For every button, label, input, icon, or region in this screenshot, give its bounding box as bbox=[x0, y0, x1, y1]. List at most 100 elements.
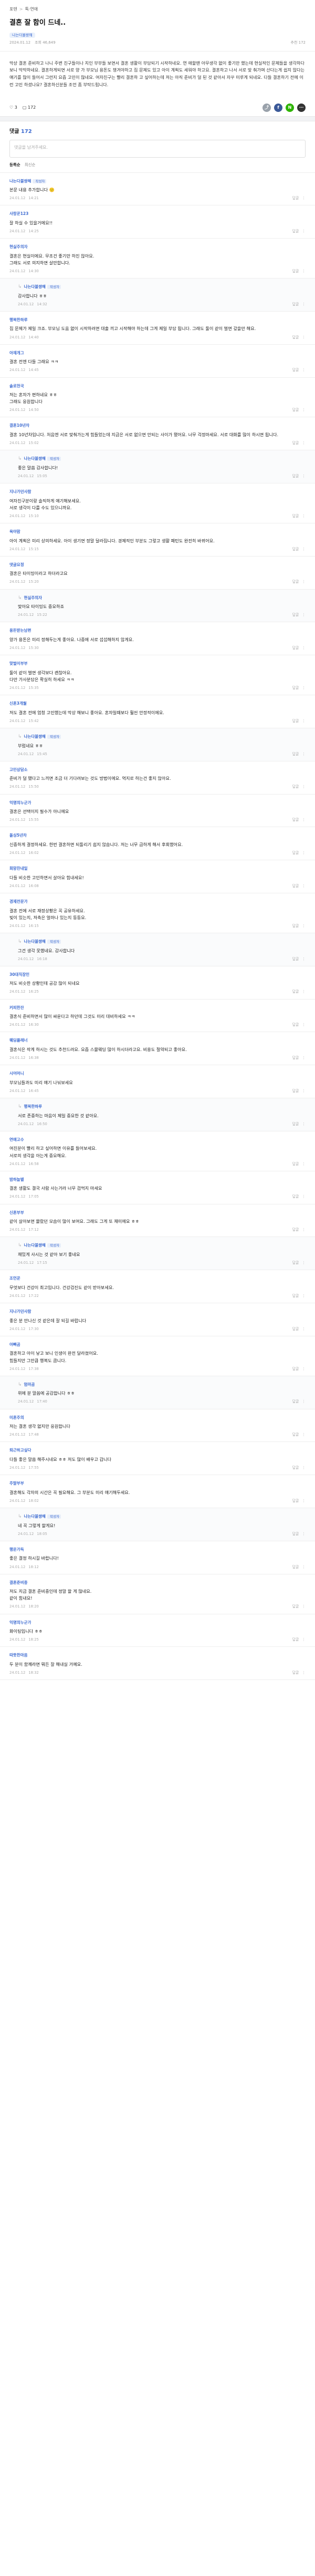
comment-author[interactable]: 따뜻한마음 bbox=[9, 1653, 28, 1657]
reply-button[interactable]: 답글 bbox=[292, 1399, 299, 1404]
reply-button[interactable]: 답글 bbox=[292, 1022, 299, 1027]
comment-author[interactable]: 용돈받는남편 bbox=[9, 628, 31, 633]
facebook-icon[interactable]: f bbox=[274, 104, 282, 112]
comment-more-icon[interactable]: ⋮ bbox=[302, 1194, 306, 1199]
comment-author[interactable]: 사랑꾼123 bbox=[9, 211, 28, 216]
comment-more-icon[interactable]: ⋮ bbox=[302, 612, 306, 617]
comment-more-icon[interactable]: ⋮ bbox=[302, 1604, 306, 1609]
reply-button[interactable]: 답글 bbox=[292, 685, 299, 691]
comment-author[interactable]: 결혼10년차 bbox=[9, 423, 29, 428]
comment-author[interactable]: 신혼3개월 bbox=[9, 701, 27, 706]
reply-button[interactable]: 답글 bbox=[292, 1366, 299, 1372]
reply-button[interactable]: 답글 bbox=[292, 1088, 299, 1094]
reply-button[interactable]: 답글 bbox=[292, 1260, 299, 1265]
comment-more-icon[interactable]: ⋮ bbox=[302, 751, 306, 757]
reply-button[interactable]: 답글 bbox=[292, 1465, 299, 1470]
comment-author[interactable]: 아빠곰 bbox=[9, 1342, 20, 1347]
reply-button[interactable]: 답글 bbox=[292, 850, 299, 856]
comment-author[interactable]: 신혼부부 bbox=[9, 1210, 24, 1215]
comment-more-icon[interactable]: ⋮ bbox=[302, 923, 306, 929]
comment-author[interactable]: 연애고수 bbox=[9, 1137, 24, 1142]
comment-author[interactable]: 아재개그 bbox=[9, 351, 24, 355]
reply-button[interactable]: 답글 bbox=[292, 473, 299, 479]
reply-button[interactable]: 답글 bbox=[292, 784, 299, 789]
comment-more-icon[interactable]: ⋮ bbox=[302, 784, 306, 789]
more-icon[interactable]: ⋯ bbox=[297, 104, 306, 112]
like-button[interactable]: ♡ 3 bbox=[9, 105, 17, 111]
comment-author[interactable]: 나는다불쌍해 bbox=[24, 456, 61, 461]
comment-author[interactable]: 현실주의자 bbox=[24, 595, 43, 600]
comment-author[interactable]: 미혼주의 bbox=[9, 1415, 24, 1420]
comment-author[interactable]: 웨딩플래너 bbox=[9, 1038, 28, 1043]
comment-more-icon[interactable]: ⋮ bbox=[302, 1366, 306, 1372]
comment-author[interactable]: 경제전문가 bbox=[9, 899, 28, 904]
comment-author[interactable]: 육아맘 bbox=[9, 529, 20, 534]
reply-button[interactable]: 답글 bbox=[292, 989, 299, 994]
comment-more-icon[interactable]: ⋮ bbox=[302, 229, 306, 234]
reply-button[interactable]: 답글 bbox=[292, 229, 299, 234]
reply-button[interactable]: 답글 bbox=[292, 407, 299, 413]
comment-more-icon[interactable]: ⋮ bbox=[302, 850, 306, 856]
reply-button[interactable]: 답글 bbox=[292, 718, 299, 724]
comment-author[interactable]: 현실주의자 bbox=[9, 244, 28, 249]
reply-button[interactable]: 답글 bbox=[292, 513, 299, 519]
comment-more-icon[interactable]: ⋮ bbox=[302, 1227, 306, 1232]
comment-more-icon[interactable]: ⋮ bbox=[302, 645, 306, 651]
comment-button[interactable]: ▢ 172 bbox=[23, 105, 36, 111]
comment-author[interactable]: 행운가득 bbox=[9, 1547, 24, 1552]
comment-more-icon[interactable]: ⋮ bbox=[302, 1293, 306, 1299]
comment-author[interactable]: 지나가던사람 bbox=[9, 1309, 31, 1314]
reply-button[interactable]: 답글 bbox=[292, 1161, 299, 1167]
comment-more-icon[interactable]: ⋮ bbox=[302, 513, 306, 519]
comment-author[interactable]: 희망찬내일 bbox=[9, 866, 28, 871]
comment-author[interactable]: 시어머니 bbox=[9, 1071, 24, 1076]
reply-button[interactable]: 답글 bbox=[292, 1293, 299, 1299]
comment-author[interactable]: 나는다불쌍해 bbox=[24, 734, 61, 739]
reply-button[interactable]: 답글 bbox=[292, 1432, 299, 1437]
comment-author[interactable]: 밤하늘별 bbox=[9, 1177, 24, 1182]
comment-more-icon[interactable]: ⋮ bbox=[302, 195, 306, 201]
reply-button[interactable]: 답글 bbox=[292, 956, 299, 962]
reply-button[interactable]: 답글 bbox=[292, 645, 299, 651]
reply-button[interactable]: 답글 bbox=[292, 1604, 299, 1609]
comment-more-icon[interactable]: ⋮ bbox=[302, 1432, 306, 1437]
comment-more-icon[interactable]: ⋮ bbox=[302, 440, 306, 446]
comment-author[interactable]: 고민상담소 bbox=[9, 767, 28, 772]
comment-more-icon[interactable]: ⋮ bbox=[302, 1055, 306, 1060]
comment-author[interactable]: 나는다불쌍해 bbox=[24, 1243, 61, 1248]
comment-author[interactable]: 익명의누군가 bbox=[9, 800, 31, 805]
comment-author[interactable]: 주말부부 bbox=[9, 1481, 24, 1486]
reply-button[interactable]: 답글 bbox=[292, 1121, 299, 1127]
reply-button[interactable]: 답글 bbox=[292, 817, 299, 822]
comment-more-icon[interactable]: ⋮ bbox=[302, 1088, 306, 1094]
comment-more-icon[interactable]: ⋮ bbox=[302, 1161, 306, 1167]
comment-more-icon[interactable]: ⋮ bbox=[302, 335, 306, 340]
reply-button[interactable]: 답글 bbox=[292, 367, 299, 373]
comment-author[interactable]: 30대직장인 bbox=[9, 972, 29, 977]
reply-button[interactable]: 답글 bbox=[292, 923, 299, 929]
reply-button[interactable]: 답글 bbox=[292, 1498, 299, 1503]
comment-author[interactable]: 커피한잔 bbox=[9, 1005, 24, 1010]
reply-button[interactable]: 답글 bbox=[292, 335, 299, 340]
reply-button[interactable]: 답글 bbox=[292, 440, 299, 446]
comment-author[interactable]: 솔로천국 bbox=[9, 384, 24, 388]
reply-button[interactable]: 답글 bbox=[292, 612, 299, 617]
comment-author[interactable]: 행복한하루 bbox=[24, 1104, 43, 1109]
comment-more-icon[interactable]: ⋮ bbox=[302, 269, 306, 274]
reply-button[interactable]: 답글 bbox=[292, 195, 299, 201]
comment-author[interactable]: 조언꾼 bbox=[9, 1276, 20, 1281]
comment-author[interactable]: 엄마곰 bbox=[24, 1382, 35, 1387]
comment-more-icon[interactable]: ⋮ bbox=[302, 956, 306, 962]
comment-more-icon[interactable]: ⋮ bbox=[302, 1531, 306, 1537]
comment-author[interactable]: 나는다불쌍해 bbox=[24, 284, 61, 289]
reply-button[interactable]: 답글 bbox=[292, 1055, 299, 1060]
comment-more-icon[interactable]: ⋮ bbox=[302, 718, 306, 724]
comment-more-icon[interactable]: ⋮ bbox=[302, 1670, 306, 1675]
comment-author[interactable]: 결혼준비중 bbox=[9, 1580, 28, 1585]
comment-more-icon[interactable]: ⋮ bbox=[302, 1465, 306, 1470]
comment-author[interactable]: 나는다불쌍해 bbox=[24, 939, 61, 944]
reply-button[interactable]: 답글 bbox=[292, 547, 299, 552]
reply-button[interactable]: 답글 bbox=[292, 1670, 299, 1675]
comment-author[interactable]: 맞벌이부부 bbox=[9, 661, 28, 666]
comment-author[interactable]: 퇴근하고싶다 bbox=[9, 1448, 31, 1452]
